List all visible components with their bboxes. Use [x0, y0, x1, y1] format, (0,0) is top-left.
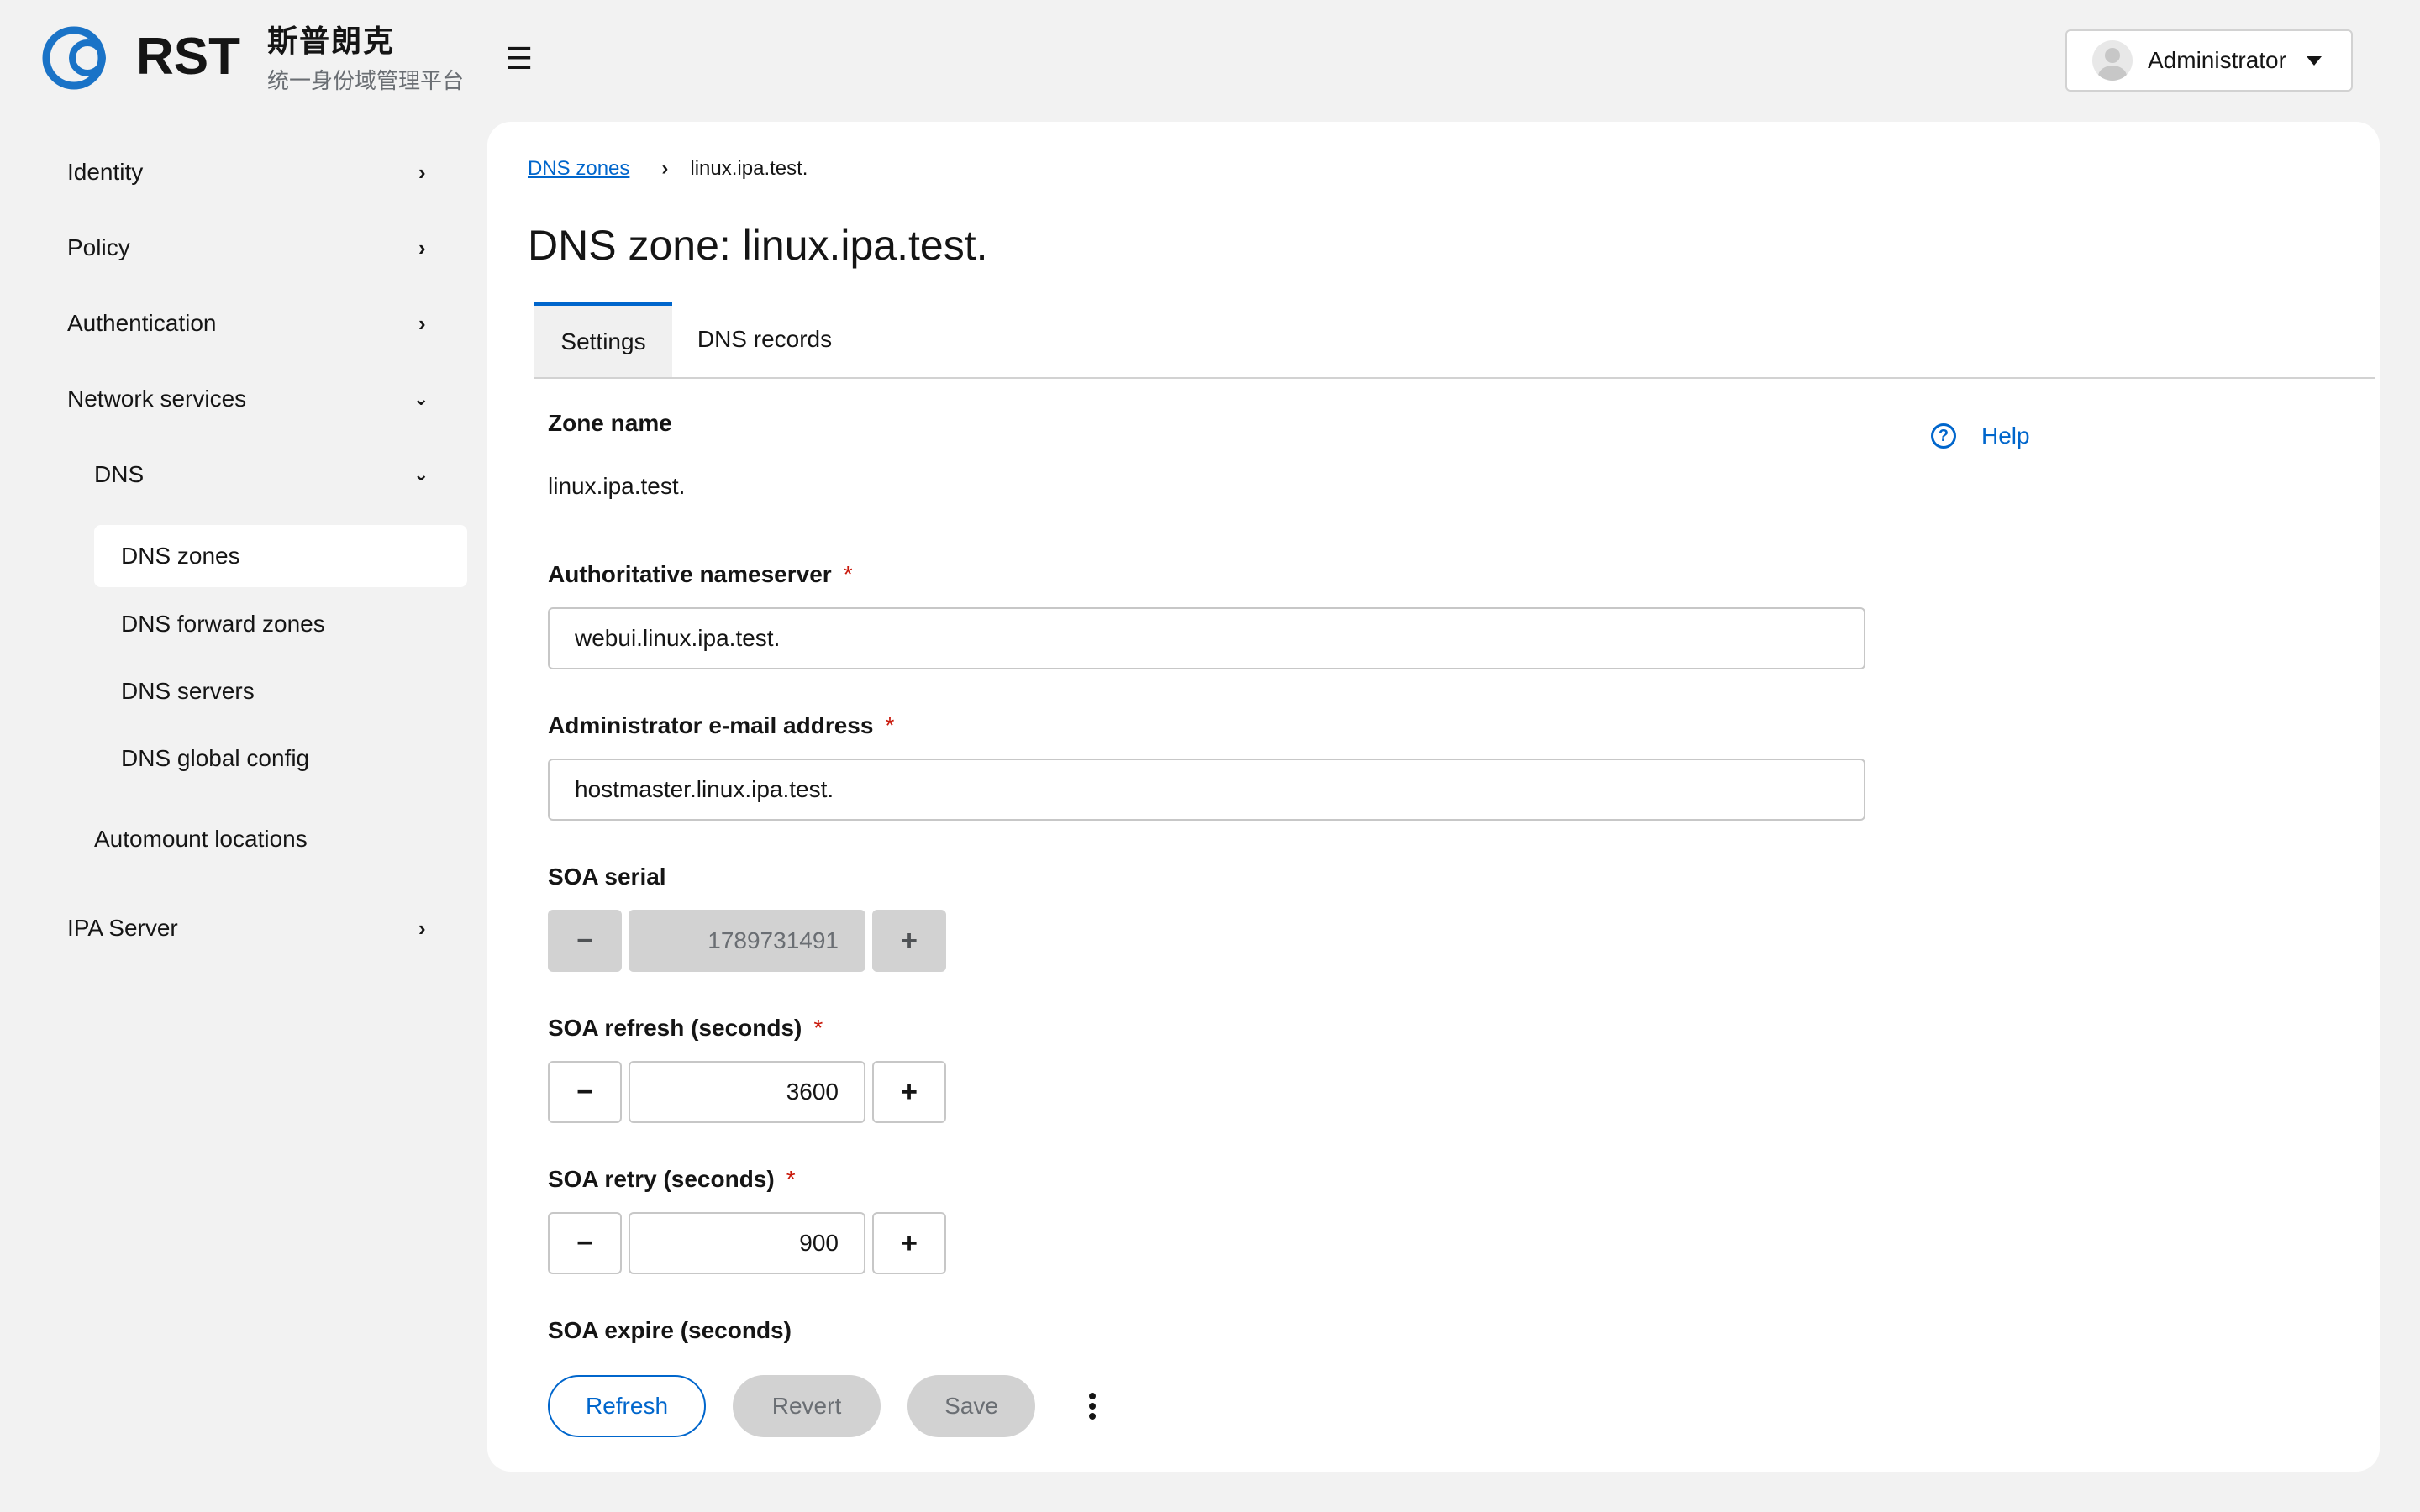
- save-button: Save: [908, 1375, 1035, 1437]
- soa-refresh-increment-button[interactable]: +: [872, 1061, 946, 1123]
- authoritative-nameserver-label-text: Authoritative nameserver: [548, 561, 832, 587]
- brand-logo[interactable]: RST: [39, 22, 240, 94]
- sidebar-item-automount-locations[interactable]: Automount locations: [94, 810, 445, 869]
- svg-text:RST: RST: [136, 28, 240, 86]
- sidebar-item-ipa-server[interactable]: IPA Server ›: [67, 899, 445, 958]
- soa-retry-label-text: SOA retry (seconds): [548, 1166, 775, 1192]
- soa-expire-label: SOA expire (seconds): [548, 1317, 792, 1344]
- sidebar-item-label: DNS: [94, 461, 145, 487]
- help-circle-icon: ?: [1931, 423, 1956, 449]
- brand-subtitle: 统一身份域管理平台: [267, 68, 465, 93]
- user-name: Administrator: [2148, 47, 2286, 73]
- soa-serial-label-text: SOA serial: [548, 864, 666, 890]
- sidebar-item-label: Policy: [67, 234, 130, 260]
- soa-retry-increment-button[interactable]: +: [872, 1212, 946, 1274]
- soa-serial-label: SOA serial: [548, 864, 666, 890]
- brand-name: 斯普朗克: [267, 24, 396, 58]
- sidebar-item-network-services[interactable]: Network services ⌄: [67, 370, 445, 428]
- chevron-right-icon: ›: [418, 234, 426, 260]
- user-menu-toggle[interactable]: Administrator: [2065, 29, 2353, 92]
- chevron-right-icon: ›: [418, 310, 426, 336]
- revert-button: Revert: [733, 1375, 881, 1437]
- help-label: Help: [1981, 423, 2030, 449]
- soa-refresh-decrement-button[interactable]: −: [548, 1061, 622, 1123]
- sidebar-item-authentication[interactable]: Authentication ›: [67, 294, 445, 353]
- soa-refresh-label-text: SOA refresh (seconds): [548, 1015, 802, 1041]
- breadcrumb-link-dns-zones[interactable]: DNS zones: [528, 157, 629, 181]
- breadcrumb: DNS zones › linux.ipa.test.: [528, 157, 808, 181]
- chevron-down-icon: ⌄: [413, 464, 429, 485]
- chevron-right-icon: ›: [418, 915, 426, 941]
- breadcrumb-current: linux.ipa.test.: [690, 157, 808, 180]
- minus-icon: −: [548, 910, 622, 972]
- sidebar-item-dns[interactable]: DNS ⌄: [94, 445, 445, 504]
- authoritative-nameserver-label: Authoritative nameserver *: [548, 561, 853, 588]
- soa-serial-input: [629, 910, 865, 972]
- help-link[interactable]: ? Help: [1931, 423, 2030, 449]
- sidebar-item-label: IPA Server: [67, 915, 178, 941]
- sidebar-item-dns-servers[interactable]: DNS servers: [121, 662, 457, 721]
- rst-logo-icon: RST: [42, 26, 240, 90]
- hamburger-icon[interactable]: ☰: [504, 42, 534, 76]
- brand-text: 斯普朗克 统一身份域管理平台: [267, 22, 464, 96]
- soa-refresh-input[interactable]: [629, 1061, 865, 1123]
- sidebar-item-label: Network services: [67, 386, 247, 412]
- masthead: RST 斯普朗克 统一身份域管理平台 ☰ Administrator: [0, 0, 2420, 118]
- chevron-right-icon: ›: [418, 159, 426, 185]
- required-mark: *: [885, 712, 895, 738]
- zone-name-value: linux.ipa.test.: [548, 473, 686, 499]
- sidebar-item-dns-zones[interactable]: DNS zones: [94, 525, 467, 587]
- page-title: DNS zone: linux.ipa.test.: [528, 222, 988, 269]
- authoritative-nameserver-input[interactable]: [548, 607, 1865, 669]
- sidebar-item-identity[interactable]: Identity ›: [67, 143, 445, 202]
- caret-down-icon: [2306, 55, 2322, 66]
- admin-email-label: Administrator e-mail address *: [548, 712, 894, 739]
- soa-expire-label-text: SOA expire (seconds): [548, 1317, 792, 1343]
- admin-email-label-text: Administrator e-mail address: [548, 712, 874, 738]
- admin-email-input[interactable]: [548, 759, 1865, 821]
- tab-settings[interactable]: Settings: [534, 302, 672, 377]
- sidebar-item-label: DNS zones: [121, 543, 240, 569]
- user-avatar-icon: [2092, 40, 2133, 81]
- chevron-right-icon: ›: [661, 157, 669, 180]
- soa-retry-input[interactable]: [629, 1212, 865, 1274]
- sidebar-item-label: Authentication: [67, 310, 217, 336]
- sidebar-item-label: DNS global config: [121, 745, 310, 771]
- zone-name-label-text: Zone name: [548, 410, 672, 436]
- sidebar-item-dns-forward-zones[interactable]: DNS forward zones: [121, 595, 457, 654]
- sidebar-item-label: Automount locations: [94, 826, 308, 852]
- sidebar-item-label: DNS forward zones: [121, 611, 325, 637]
- zone-name-label: Zone name: [548, 410, 672, 437]
- tab-dns-records[interactable]: DNS records: [672, 302, 857, 377]
- soa-refresh-label: SOA refresh (seconds) *: [548, 1015, 823, 1042]
- sidebar-item-dns-global-config[interactable]: DNS global config: [121, 729, 457, 788]
- plus-icon: +: [872, 910, 946, 972]
- sidebar-item-policy[interactable]: Policy ›: [67, 218, 445, 277]
- required-mark: *: [813, 1015, 823, 1041]
- sidebar-item-label: Identity: [67, 159, 144, 185]
- required-mark: *: [786, 1166, 796, 1192]
- tab-bar: Settings DNS records: [534, 302, 2375, 379]
- chevron-down-icon: ⌄: [413, 388, 429, 409]
- main-content-card: DNS zones › linux.ipa.test. DNS zone: li…: [487, 122, 2380, 1472]
- kebab-menu-icon[interactable]: [1067, 1375, 1118, 1437]
- soa-retry-label: SOA retry (seconds) *: [548, 1166, 796, 1193]
- soa-retry-decrement-button[interactable]: −: [548, 1212, 622, 1274]
- sidebar-item-label: DNS servers: [121, 678, 255, 704]
- required-mark: *: [843, 561, 853, 587]
- refresh-button[interactable]: Refresh: [548, 1375, 706, 1437]
